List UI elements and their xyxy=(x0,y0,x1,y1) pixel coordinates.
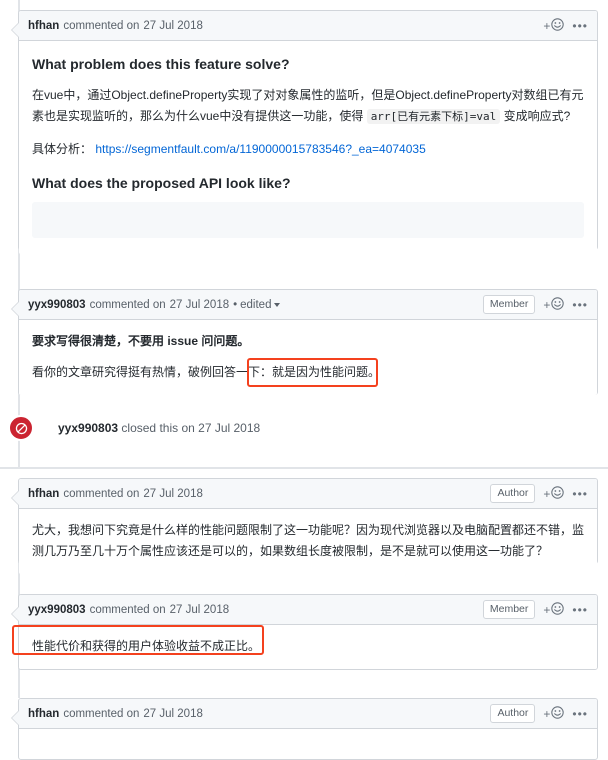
comment-body: What problem does this feature solve? 在v… xyxy=(19,41,597,255)
empty-code-block xyxy=(32,202,584,239)
edited-indicator[interactable]: • edited xyxy=(233,298,281,311)
comment-header-actions: + ••• xyxy=(543,705,588,722)
comment-header-actions: + ••• xyxy=(543,485,588,502)
comment-card: hfhan commented on 27 Jul 2018 Author + xyxy=(11,698,598,760)
role-badge: Author xyxy=(490,704,536,723)
timeline-divider xyxy=(0,467,608,469)
analysis-link[interactable]: https://segmentfault.com/a/1190000015783… xyxy=(95,142,425,156)
plus-icon: + xyxy=(543,706,551,721)
comment-action-text: commented on xyxy=(89,298,166,311)
smiley-icon xyxy=(551,601,565,618)
comment-date[interactable]: 27 Jul 2018 xyxy=(170,604,229,616)
comment-paragraph: 要求写得很清楚，不要用 issue 问问题。 xyxy=(32,334,250,348)
comment-paragraph: 性能代价和获得的用户体验收益不成正比。 xyxy=(32,639,261,653)
comment-header: yyx990803 commented on 27 Jul 2018 • edi… xyxy=(19,290,597,320)
comment-card: hfhan commented on 27 Jul 2018 + ••• Wha… xyxy=(11,10,598,255)
highlighted-answer: 就是因为性能问题。 xyxy=(272,365,381,379)
comment-author[interactable]: yyx990803 xyxy=(28,604,86,616)
smiley-icon xyxy=(551,17,565,34)
comment-paragraph: 看你的文章研究得挺有热情，破例回答一下：就是因为性能问题。 xyxy=(32,362,584,383)
comment-author[interactable]: yyx990803 xyxy=(28,299,86,311)
comment-author[interactable]: hfhan xyxy=(28,488,59,500)
comment-heading-2: What does the proposed API look like? xyxy=(32,175,291,192)
smiley-icon xyxy=(551,485,565,502)
timeline-rail-6 xyxy=(18,668,20,698)
chevron-down-icon xyxy=(274,303,281,307)
comment-action-text: commented on xyxy=(63,707,140,720)
comment-date[interactable]: 27 Jul 2018 xyxy=(170,299,229,311)
add-reaction-button[interactable]: + xyxy=(543,17,565,34)
comment-body: 要求写得很清楚，不要用 issue 问问题。 看你的文章研究得挺有热情，破例回答… xyxy=(19,320,597,395)
comment-date[interactable]: 27 Jul 2018 xyxy=(143,708,202,720)
kebab-menu-icon[interactable]: ••• xyxy=(572,604,588,616)
closed-event-row: yyx990803 closed this on 27 Jul 2018 xyxy=(0,415,608,441)
plus-icon: + xyxy=(543,297,551,312)
comment-body xyxy=(19,729,597,752)
event-actor[interactable]: yyx990803 xyxy=(58,421,118,435)
comment-body: 尤大，我想问下究竟是什么样的性能问题限制了这一功能呢？因为现代浏览器以及电脑配置… xyxy=(19,509,597,574)
add-reaction-button[interactable]: + xyxy=(543,296,565,313)
comment-paragraph: 在vue中，通过Object.defineProperty实现了对对象属性的监听… xyxy=(32,85,584,127)
comment-date[interactable]: 27 Jul 2018 xyxy=(143,488,202,500)
comment-action-text: commented on xyxy=(63,487,140,500)
kebab-menu-icon[interactable]: ••• xyxy=(572,708,588,720)
smiley-icon xyxy=(551,296,565,313)
edited-separator: • xyxy=(233,298,238,311)
paragraph-prefix: 看你的文章研究得挺有热情，破例回答一下： xyxy=(32,365,273,379)
comment-author[interactable]: hfhan xyxy=(28,708,59,720)
add-reaction-button[interactable]: + xyxy=(543,601,565,618)
comment-header-actions: + ••• xyxy=(543,17,588,34)
inline-code: arr[已有元素下标]=val xyxy=(366,109,501,125)
comment-header: hfhan commented on 27 Jul 2018 Author + xyxy=(19,479,597,509)
comment-header: yyx990803 commented on 27 Jul 2018 Membe… xyxy=(19,595,597,625)
comment-card: hfhan commented on 27 Jul 2018 Author + xyxy=(11,478,598,574)
add-reaction-button[interactable]: + xyxy=(543,485,565,502)
kebab-menu-icon[interactable]: ••• xyxy=(572,20,588,32)
closed-event-text: yyx990803 closed this on 27 Jul 2018 xyxy=(58,421,260,435)
edited-label: edited xyxy=(240,298,272,311)
comment-body: 性能代价和获得的用户体验收益不成正比。 xyxy=(19,625,597,669)
plus-icon: + xyxy=(543,18,551,33)
role-badge: Author xyxy=(490,484,536,503)
plus-icon: + xyxy=(543,486,551,501)
comment-paragraph: 尤大，我想问下究竟是什么样的性能问题限制了这一功能呢？因为现代浏览器以及电脑配置… xyxy=(32,523,585,558)
event-action: closed this on xyxy=(121,421,195,435)
comment-author[interactable]: hfhan xyxy=(28,20,59,32)
comment-header-actions: + ••• xyxy=(543,296,588,313)
kebab-menu-icon[interactable]: ••• xyxy=(572,488,588,500)
smiley-icon xyxy=(551,705,565,722)
comment-action-text: commented on xyxy=(89,603,166,616)
comment-date[interactable]: 27 Jul 2018 xyxy=(143,20,202,32)
event-date[interactable]: 27 Jul 2018 xyxy=(198,421,260,435)
comment-header: hfhan commented on 27 Jul 2018 + ••• xyxy=(19,11,597,41)
comment-action-text: commented on xyxy=(63,19,140,32)
comment-heading: What problem does this feature solve? xyxy=(32,56,290,72)
kebab-menu-icon[interactable]: ••• xyxy=(572,299,588,311)
plus-icon: + xyxy=(543,602,551,617)
add-reaction-button[interactable]: + xyxy=(543,705,565,722)
role-badge: Member xyxy=(482,295,536,314)
comment-header-actions: + ••• xyxy=(543,601,588,618)
timeline-rail-4 xyxy=(18,440,20,468)
analysis-paragraph: 具体分析： https://segmentfault.com/a/1190000… xyxy=(32,139,584,160)
comment-card: yyx990803 commented on 27 Jul 2018 Membe… xyxy=(11,594,598,670)
comment-card: yyx990803 commented on 27 Jul 2018 • edi… xyxy=(11,289,598,395)
issue-closed-icon xyxy=(8,415,34,441)
paragraph-text-part2: 变成响应式? xyxy=(500,109,571,124)
role-badge: Member xyxy=(482,600,536,619)
analysis-label: 具体分析： xyxy=(32,142,93,157)
comment-header: hfhan commented on 27 Jul 2018 Author + xyxy=(19,699,597,729)
